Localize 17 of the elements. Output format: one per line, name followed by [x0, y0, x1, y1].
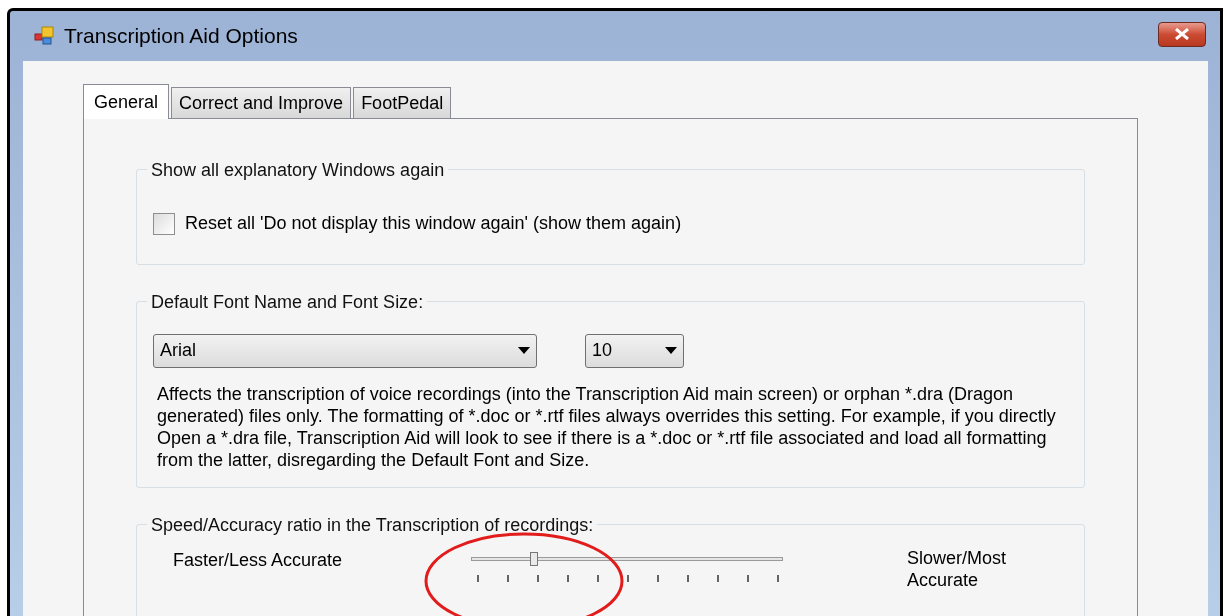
dropdown[interactable]: 10 [585, 334, 684, 368]
window-title: Transcription Aid Options [64, 23, 298, 50]
tab[interactable]: Correct and Improve [171, 87, 352, 118]
description-text: Affects the transcription of voice recordings (into the Transcription Aid main screen) or orphan *.dra (Dragon generated) files only. The formatting of *.doc or *.rtf files always overrides this setting. For example, if you directly Open a *.dra file, Transcription Aid will look to see if there is a *.doc or *.rtf file associated and load all formatting from the latter, disregarding the Default Font and Size. [156, 383, 1057, 471]
close-icon [1174, 28, 1190, 40]
slider-right-label: Slower/Most Accurate [907, 546, 1008, 591]
slider-thumb[interactable] [530, 551, 538, 566]
close-button[interactable] [1158, 21, 1206, 47]
tab[interactable]: FootPedal [353, 87, 452, 118]
dropdown[interactable]: Arial [153, 334, 537, 368]
app-icon [34, 26, 56, 46]
caret-icon [518, 347, 530, 355]
checkbox-label: Reset all 'Do not display this window again' (show them again) [185, 212, 682, 235]
tab[interactable]: General [83, 84, 170, 119]
caret-icon [665, 347, 677, 355]
slider-left-label: Faster/Less Accurate [173, 548, 344, 572]
checkbox[interactable] [153, 212, 175, 235]
